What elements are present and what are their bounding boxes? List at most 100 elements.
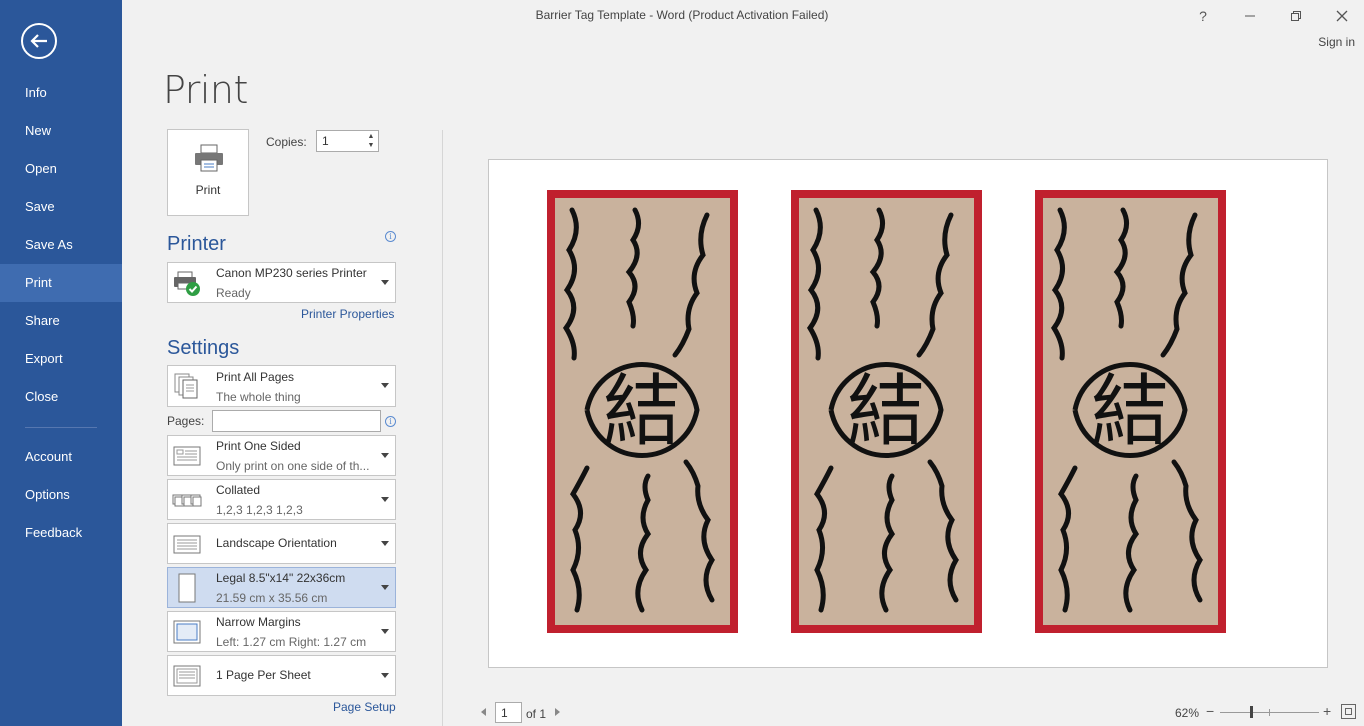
current-page-input[interactable]: 1	[495, 702, 522, 723]
close-icon	[1336, 10, 1348, 22]
pages-per-sheet-title: 1 Page Per Sheet	[216, 668, 311, 682]
restore-icon	[1291, 11, 1301, 21]
minimize-button[interactable]	[1240, 6, 1260, 26]
sides-dropdown[interactable]: Print One Sided Only print on one side o…	[167, 435, 396, 476]
nav-save-as[interactable]: Save As	[0, 226, 122, 264]
zoom-slider-thumb[interactable]	[1250, 706, 1253, 718]
margins-icon	[173, 620, 201, 643]
tag-glyph: 結	[603, 367, 681, 457]
zoom-to-page-button[interactable]	[1341, 704, 1356, 719]
printer-status: Ready	[216, 286, 251, 300]
landscape-orientation-icon	[173, 535, 201, 553]
pages-input[interactable]	[212, 410, 381, 432]
minimize-icon	[1245, 15, 1255, 17]
help-button[interactable]: ?	[1193, 6, 1213, 26]
one-sided-icon	[173, 446, 201, 465]
chevron-down-icon	[381, 383, 389, 388]
paper-size-dropdown[interactable]: Legal 8.5"x14" 22x36cm 21.59 cm x 35.56 …	[167, 567, 396, 608]
collation-title: Collated	[216, 483, 261, 497]
chevron-down-icon	[381, 628, 389, 634]
printer-heading: Printer	[167, 233, 226, 255]
tag-glyph: 結	[1091, 367, 1169, 457]
margins-title: Narrow Margins	[216, 615, 301, 629]
printer-name: Canon MP230 series Printer	[216, 266, 367, 280]
paper-size-icon	[178, 573, 196, 602]
print-preview-page: 結結結	[488, 159, 1328, 668]
tag-glyph: 結	[847, 367, 925, 457]
nav-options[interactable]: Options	[0, 476, 122, 514]
collation-dropdown[interactable]: Collated 1,2,3 1,2,3 1,2,3	[167, 479, 396, 520]
print-range-subtitle: The whole thing	[216, 390, 301, 404]
print-range-title: Print All Pages	[216, 370, 295, 384]
paper-size-subtitle: 21.59 cm x 35.56 cm	[216, 591, 328, 605]
nav-account[interactable]: Account	[0, 438, 122, 476]
chevron-down-icon	[381, 540, 389, 546]
paper-size-title: Legal 8.5"x14" 22x36cm	[216, 571, 346, 585]
next-page-button[interactable]	[555, 708, 560, 716]
nav-open[interactable]: Open	[0, 150, 122, 188]
zoom-slider-center-mark	[1269, 709, 1270, 716]
page-title: Print	[163, 68, 248, 112]
collated-icon	[172, 494, 202, 506]
arrow-left-icon	[30, 34, 47, 48]
back-button[interactable]	[21, 23, 57, 59]
zoom-percent[interactable]: 62%	[1175, 706, 1199, 720]
nav-feedback[interactable]: Feedback	[0, 514, 122, 552]
copies-value: 1	[322, 134, 329, 148]
close-window-button[interactable]	[1332, 6, 1352, 26]
sides-subtitle: Only print on one side of th...	[216, 459, 370, 473]
info-icon[interactable]: i	[385, 416, 396, 427]
copies-up-button[interactable]: ▲	[366, 132, 376, 141]
orientation-dropdown[interactable]: Landscape Orientation	[167, 523, 396, 564]
pages-per-sheet-icon	[173, 665, 201, 686]
nav-print[interactable]: Print	[0, 264, 122, 302]
copies-down-button[interactable]: ▼	[366, 141, 376, 150]
copies-stepper[interactable]: 1 ▲ ▼	[316, 130, 379, 152]
copies-label: Copies:	[266, 135, 307, 149]
pages-label: Pages:	[167, 414, 205, 428]
help-icon: ?	[1199, 8, 1207, 24]
barrier-tag-image: 結	[547, 190, 738, 633]
nav-share[interactable]: Share	[0, 302, 122, 340]
barrier-tag: 結	[547, 190, 738, 633]
nav-new[interactable]: New	[0, 112, 122, 150]
orientation-title: Landscape Orientation	[216, 536, 337, 550]
nav-export[interactable]: Export	[0, 340, 122, 378]
panel-divider	[442, 130, 443, 726]
nav-info[interactable]: Info	[0, 74, 122, 112]
window-title: Barrier Tag Template - Word (Product Act…	[535, 8, 829, 22]
page-setup-link[interactable]: Page Setup	[333, 700, 396, 714]
pages-per-sheet-dropdown[interactable]: 1 Page Per Sheet	[167, 655, 396, 696]
pages-stack-icon	[174, 373, 198, 399]
previous-page-button[interactable]	[481, 708, 486, 716]
info-icon[interactable]: i	[385, 231, 396, 242]
print-button[interactable]: Print	[167, 129, 249, 216]
chevron-down-icon	[381, 279, 389, 285]
print-range-dropdown[interactable]: Print All Pages The whole thing	[167, 365, 396, 407]
chevron-down-icon	[381, 452, 389, 458]
printer-dropdown[interactable]: Canon MP230 series Printer Ready	[167, 262, 396, 303]
printer-properties-link[interactable]: Printer Properties	[301, 307, 394, 321]
sidebar-divider	[25, 427, 97, 428]
settings-heading: Settings	[167, 337, 240, 359]
collation-subtitle: 1,2,3 1,2,3 1,2,3	[216, 503, 303, 517]
chevron-down-icon	[381, 496, 389, 502]
sign-in-link[interactable]: Sign in	[1318, 35, 1355, 49]
barrier-tag-image: 結	[791, 190, 982, 633]
print-button-label: Print	[195, 183, 221, 197]
caret-down-icon: ▼	[367, 142, 375, 149]
nav-close[interactable]: Close	[0, 378, 122, 416]
barrier-tag: 結	[791, 190, 982, 633]
nav-save[interactable]: Save	[0, 188, 122, 226]
printer-ready-icon	[174, 271, 200, 296]
margins-dropdown[interactable]: Narrow Margins Left: 1.27 cm Right: 1.27…	[167, 611, 396, 652]
fit-page-icon	[1345, 708, 1352, 715]
zoom-out-button[interactable]: −	[1206, 703, 1214, 719]
zoom-in-button[interactable]: +	[1323, 703, 1331, 719]
restore-button[interactable]	[1286, 6, 1306, 26]
printer-icon	[195, 144, 223, 172]
chevron-down-icon	[381, 672, 389, 678]
chevron-down-icon	[381, 584, 389, 590]
backstage-sidebar: Info New Open Save Save As Print Share E…	[0, 0, 122, 726]
margins-subtitle: Left: 1.27 cm Right: 1.27 cm	[216, 635, 367, 649]
